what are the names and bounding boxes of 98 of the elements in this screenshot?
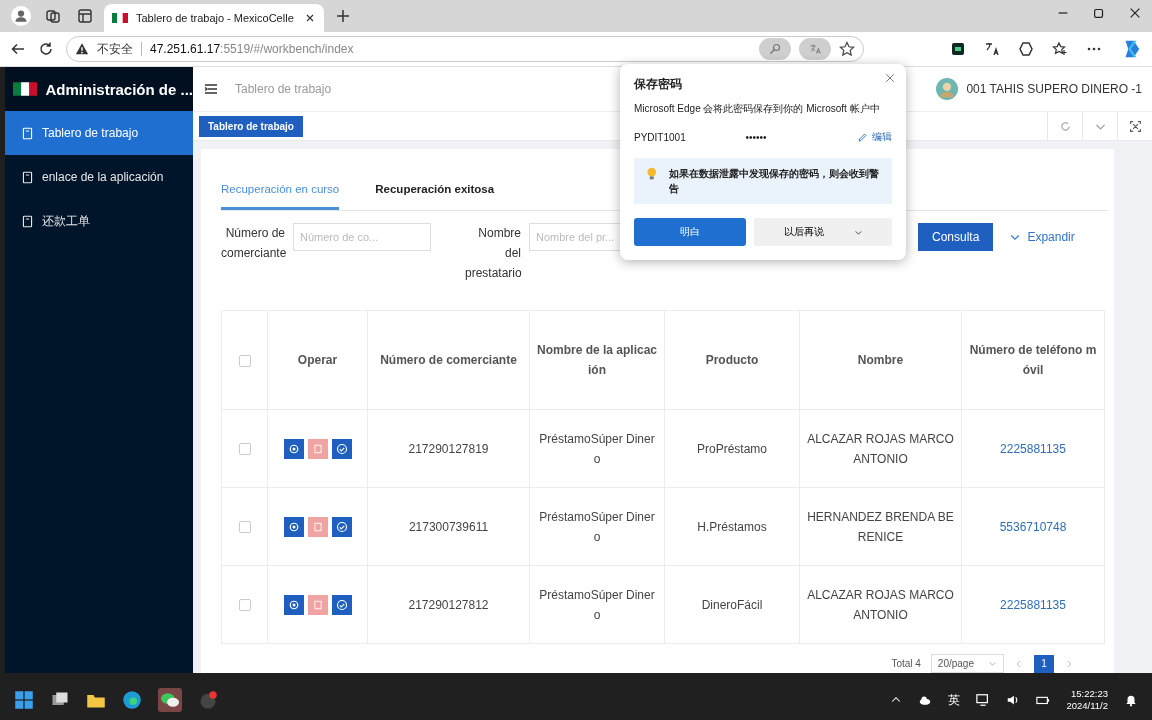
fullscreen-icon[interactable] [1128, 119, 1142, 133]
column-header: Producto [664, 310, 800, 410]
table-cell: PréstamoSúper Dinero [529, 409, 665, 488]
dialog-message: Microsoft Edge 会将此密码保存到你的 Microsoft 帐户中 [634, 102, 881, 116]
phone-link[interactable]: 2225881135 [961, 409, 1105, 488]
table-cell: HERNANDEZ BRENDA BERENICE [799, 487, 962, 566]
app-title: Administración de ... [45, 80, 193, 98]
check-circle-icon [335, 598, 348, 611]
view-button[interactable] [283, 438, 304, 459]
chevron-down-icon [988, 659, 997, 668]
check-button[interactable] [331, 516, 352, 537]
favorites-icon[interactable] [1052, 41, 1068, 57]
user-name[interactable]: 001 TAHIS SUPERO DINERO -1 [966, 82, 1142, 96]
sidebar-item[interactable]: 还款工单 [5, 199, 193, 243]
input-method[interactable]: 英 [948, 691, 961, 709]
check-button[interactable] [331, 438, 352, 459]
column-header: Operar [267, 310, 368, 410]
pencil-icon [857, 131, 868, 143]
reload-icon[interactable] [38, 41, 54, 57]
browser-tab[interactable]: Tablero de trabajo - MexicoCelle [104, 4, 324, 32]
security-label: 不安全 [97, 40, 133, 58]
check-circle-icon [335, 442, 348, 455]
checkbox[interactable] [238, 354, 251, 367]
document-icon [312, 442, 323, 455]
table-cell: 217300739611 [367, 487, 530, 566]
restore-icon[interactable] [1092, 6, 1106, 20]
table-cell: ProPréstamo [664, 409, 800, 488]
field-label: Nombre del prestatario [465, 225, 521, 282]
sidebar-item[interactable]: Tablero de trabajo [5, 111, 193, 155]
document-icon [312, 520, 323, 533]
warning-icon [75, 42, 89, 56]
total-count: Total 4 [891, 658, 921, 669]
table-cell: ALCAZAR ROJAS MARCO ANTONIO [799, 409, 962, 488]
eye-icon [287, 442, 300, 455]
page-tag[interactable]: Tablero de trabajo [199, 115, 303, 137]
extension-icon[interactable] [950, 41, 966, 57]
check-button[interactable] [331, 594, 352, 615]
phone-link[interactable]: 5536710748 [961, 487, 1105, 566]
confirm-button[interactable]: 明白 [634, 218, 746, 246]
view-button[interactable] [283, 516, 304, 537]
column-header: Nombre de la aplicación [529, 310, 665, 410]
check-circle-icon [335, 520, 348, 533]
sidebar-item[interactable]: enlace de la aplicación [5, 155, 193, 199]
notification-icon[interactable] [1124, 693, 1138, 707]
input-field[interactable]: Número de co... [293, 223, 431, 251]
browser-icon[interactable] [122, 690, 142, 710]
document-icon [21, 170, 34, 184]
flag-icon [13, 80, 38, 98]
table-cell: H.Préstamos [664, 487, 800, 566]
column-header: Nombre [799, 310, 962, 410]
checkbox[interactable] [238, 443, 251, 456]
view-button[interactable] [283, 594, 304, 615]
clock[interactable]: 15:22:23 2024/11/2 [1066, 688, 1108, 712]
password: •••••• [745, 131, 768, 143]
column-header: Número de comerciante [367, 310, 530, 410]
eye-icon [287, 598, 300, 611]
table-cell: 217290127812 [367, 565, 530, 644]
menu-icon[interactable] [203, 81, 219, 97]
password-key-icon[interactable] [759, 38, 791, 60]
table-cell: PréstamoSúper Dinero [529, 487, 665, 566]
workspaces-icon[interactable] [45, 8, 61, 24]
profile-icon[interactable] [11, 6, 31, 26]
chat-icon[interactable] [158, 688, 182, 712]
page-size-select[interactable]: 20/page [930, 654, 1004, 673]
checkbox[interactable] [238, 521, 251, 534]
translate-icon[interactable] [984, 41, 1000, 57]
table-cell: DineroFácil [664, 565, 800, 644]
document-icon [21, 214, 34, 228]
dialog-title: 保存密码 [634, 76, 683, 93]
edit-link[interactable]: 编辑 [857, 130, 892, 144]
start-icon[interactable] [14, 690, 34, 710]
document-icon [312, 598, 323, 611]
phone-link[interactable]: 2225881135 [961, 565, 1105, 644]
warning-text: 如果在数据泄露中发现保存的密码，则会收到警告 [669, 167, 881, 196]
checkbox[interactable] [238, 599, 251, 612]
table-cell: ALCAZAR ROJAS MARCO ANTONIO [799, 565, 962, 644]
back-icon[interactable] [10, 41, 26, 57]
new-tab-icon[interactable] [335, 8, 351, 24]
table-cell: PréstamoSúper Dinero [529, 565, 665, 644]
eye-icon [287, 520, 300, 533]
document-icon [21, 126, 34, 140]
flag-icon [112, 10, 128, 26]
username: PYDIT1001 [634, 131, 687, 143]
url-text: 47.251.61.17:5519/#/workbench/index [150, 42, 354, 56]
field-label: Número de comerciante [221, 225, 285, 262]
favorite-icon[interactable] [839, 41, 855, 57]
close-icon[interactable] [304, 12, 316, 24]
close-icon[interactable] [1128, 6, 1142, 20]
tab[interactable]: Recuperación exitosa [375, 173, 495, 210]
tab-actions-icon[interactable] [77, 8, 93, 24]
query-button[interactable]: Consulta [918, 223, 994, 251]
later-button[interactable]: 以后再说 [754, 218, 892, 246]
expand-link[interactable]: Expandir [1001, 223, 1075, 251]
app-icon[interactable] [198, 690, 218, 710]
tab[interactable]: Recuperación en curso [221, 173, 340, 210]
column-header: Número de teléfono móvil [961, 310, 1105, 410]
table-cell: 217290127819 [367, 409, 530, 488]
page-number[interactable]: 1 [1034, 654, 1054, 673]
